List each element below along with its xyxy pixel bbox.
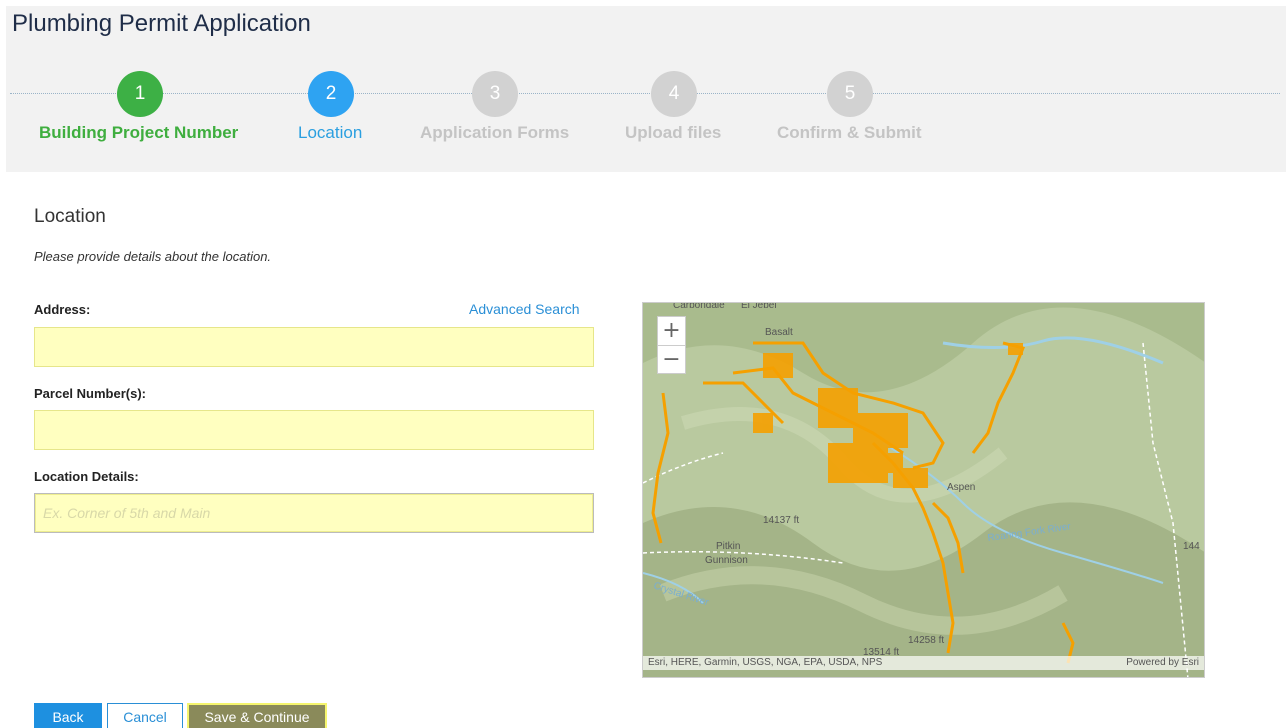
page-title: Plumbing Permit Application <box>12 10 311 37</box>
location-details-label: Location Details: <box>34 469 139 484</box>
powered-by-link[interactable]: Powered by Esri <box>1126 657 1199 668</box>
step-1-circle: 1 <box>117 71 163 117</box>
place-pitkin: Pitkin <box>716 541 740 552</box>
cancel-button[interactable]: Cancel <box>107 703 183 728</box>
section-title: Location <box>34 206 106 227</box>
place-basalt: Basalt <box>765 327 793 338</box>
place-aspen: Aspen <box>947 482 975 493</box>
step-1-label: Building Project Number <box>39 123 239 142</box>
step-5-circle: 5 <box>827 71 873 117</box>
step-3-circle: 3 <box>472 71 518 117</box>
step-2-circle: 2 <box>308 71 354 117</box>
map-attribution: Esri, HERE, Garmin, USGS, NGA, EPA, USDA… <box>643 656 1204 670</box>
step-2-label: Location <box>298 123 363 142</box>
zoom-in-button[interactable]: + <box>658 317 685 345</box>
elev-144: 144 <box>1183 541 1200 552</box>
step-4-circle: 4 <box>651 71 697 117</box>
map-view[interactable]: Carbondale El Jebel Basalt Aspen Pitkin … <box>642 302 1205 678</box>
elev-14137: 14137 ft <box>763 515 799 526</box>
advanced-search-link[interactable]: Advanced Search <box>469 301 580 317</box>
attribution-text: Esri, HERE, Garmin, USGS, NGA, EPA, USDA… <box>648 657 883 668</box>
back-button[interactable]: Back <box>34 703 102 728</box>
step-3-label: Application Forms <box>420 123 570 142</box>
zoom-out-button[interactable]: − <box>658 345 685 373</box>
address-label: Address: <box>34 302 91 317</box>
place-el-jebel: El Jebel <box>741 303 777 311</box>
step-5-label: Confirm & Submit <box>777 123 922 142</box>
parcel-number-input[interactable] <box>34 410 594 450</box>
stepper-track <box>10 93 1280 94</box>
place-carbondale: Carbondale <box>673 303 725 311</box>
address-input[interactable] <box>34 327 594 367</box>
map-basemap: Carbondale El Jebel Basalt Aspen Pitkin … <box>643 303 1204 677</box>
place-gunnison: Gunnison <box>705 555 748 566</box>
location-details-input[interactable] <box>34 493 594 533</box>
save-continue-button[interactable]: Save & Continue <box>187 703 327 728</box>
section-description: Please provide details about the locatio… <box>34 249 272 264</box>
step-4-label: Upload files <box>625 123 722 142</box>
map-zoom-control: + − <box>657 316 686 374</box>
parcel-label: Parcel Number(s): <box>34 386 146 401</box>
elev-14258: 14258 ft <box>908 635 944 646</box>
